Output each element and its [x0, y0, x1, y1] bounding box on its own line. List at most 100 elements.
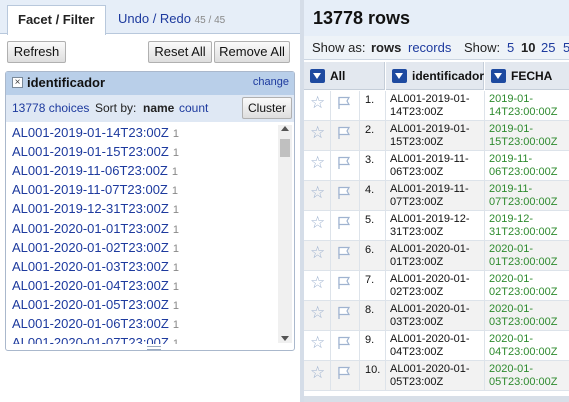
- facet-choice[interactable]: AL001-2019-11-07T23:00Z 1: [12, 182, 178, 201]
- flag-icon[interactable]: [337, 336, 351, 350]
- row-number: 5.: [365, 214, 375, 226]
- sort-by-count[interactable]: count: [179, 101, 208, 115]
- cell-identificador[interactable]: AL001-2020-01-04T23:00Z: [390, 333, 482, 359]
- flag-icon[interactable]: [337, 216, 351, 230]
- horizontal-scrollbar[interactable]: [304, 396, 569, 402]
- remove-all-button[interactable]: Remove All: [214, 41, 290, 63]
- scroll-down-icon[interactable]: [281, 336, 289, 341]
- flag-icon[interactable]: [337, 186, 351, 200]
- facet-choice[interactable]: AL001-2020-01-05T23:00Z 1: [12, 297, 179, 316]
- page-size-50[interactable]: 5: [563, 40, 569, 55]
- cell-divider: [385, 331, 386, 361]
- cell-identificador[interactable]: AL001-2019-01-14T23:00Z: [390, 93, 482, 119]
- facet-choice-count: 1: [172, 223, 179, 236]
- cell-identificador[interactable]: AL001-2019-11-06T23:00Z: [390, 153, 482, 179]
- cell-fecha[interactable]: 2020-01- 04T23:00:00Z: [489, 333, 569, 359]
- scroll-thumb[interactable]: [280, 139, 290, 157]
- star-icon[interactable]: ☆: [310, 304, 325, 322]
- cell-identificador[interactable]: AL001-2020-01-05T23:00Z: [390, 363, 482, 389]
- cell-fecha[interactable]: 2020-01- 05T23:00:00Z: [489, 363, 569, 389]
- chevron-down-icon[interactable]: [310, 69, 325, 83]
- cell-divider: [330, 301, 331, 331]
- choices-count-link[interactable]: 13778 choices: [12, 101, 89, 115]
- star-icon[interactable]: ☆: [310, 94, 325, 112]
- cell-fecha[interactable]: 2019-11- 07T23:00:00Z: [489, 183, 569, 209]
- star-icon[interactable]: ☆: [310, 364, 325, 382]
- page-size-5[interactable]: 5: [507, 40, 514, 55]
- facet-choice[interactable]: AL001-2019-01-15T23:00Z 1: [12, 144, 179, 163]
- close-icon[interactable]: ×: [12, 77, 23, 88]
- tab-undo-redo[interactable]: Undo / Redo 45 / 45: [108, 5, 235, 35]
- cluster-button[interactable]: Cluster: [242, 97, 292, 119]
- star-icon[interactable]: ☆: [310, 334, 325, 352]
- column-header-fecha[interactable]: FECHA: [485, 62, 569, 90]
- cell-divider: [484, 301, 485, 331]
- star-icon[interactable]: ☆: [310, 214, 325, 232]
- star-icon[interactable]: ☆: [310, 274, 325, 292]
- flag-icon[interactable]: [337, 246, 351, 260]
- row-number: 3.: [365, 154, 375, 166]
- facet-choice[interactable]: AL001-2019-12-31T23:00Z 1: [12, 201, 179, 220]
- table-row: ☆ 2. AL001-2019-01-15T23:00Z 2019-01- 15T23…: [304, 121, 569, 151]
- page-size-25[interactable]: 25: [541, 40, 555, 55]
- column-header-all[interactable]: All: [304, 62, 385, 90]
- cell-fecha[interactable]: 2019-11- 06T23:00:00Z: [489, 153, 569, 179]
- show-as-rows[interactable]: rows: [371, 40, 401, 55]
- show-as-records[interactable]: records: [408, 40, 451, 55]
- facet-choice[interactable]: AL001-2020-01-01T23:00Z 1: [12, 221, 179, 240]
- facet-change-link[interactable]: change: [253, 76, 289, 88]
- cell-fecha[interactable]: 2020-01- 01T23:00:00Z: [489, 243, 569, 269]
- scroll-up-icon[interactable]: [281, 126, 289, 131]
- cell-identificador[interactable]: AL001-2020-01-01T23:00Z: [390, 243, 482, 269]
- cell-identificador[interactable]: AL001-2019-11-07T23:00Z: [390, 183, 482, 209]
- table-row: ☆ 1. AL001-2019-01-14T23:00Z 2019-01- 14T23…: [304, 91, 569, 121]
- flag-icon[interactable]: [337, 126, 351, 140]
- cell-identificador[interactable]: AL001-2020-01-02T23:00Z: [390, 273, 482, 299]
- facet-choice[interactable]: AL001-2019-01-14T23:00Z 1: [12, 125, 179, 144]
- row-number: 4.: [365, 184, 375, 196]
- cell-fecha[interactable]: 2019-01- 14T23:00:00Z: [489, 93, 569, 119]
- chevron-down-icon[interactable]: [491, 69, 506, 83]
- facet-resize-grip[interactable]: [147, 346, 161, 350]
- facet-choice[interactable]: AL001-2020-01-04T23:00Z 1: [12, 278, 179, 297]
- flag-icon[interactable]: [337, 96, 351, 110]
- row-number: 1.: [365, 94, 375, 106]
- refresh-button[interactable]: Refresh: [7, 41, 66, 63]
- cell-fecha[interactable]: 2019-12- 31T23:00:00Z: [489, 213, 569, 239]
- flag-icon[interactable]: [337, 276, 351, 290]
- star-icon[interactable]: ☆: [310, 154, 325, 172]
- facet-scrollbar[interactable]: [278, 125, 292, 343]
- facet-choice[interactable]: AL001-2020-01-07T23:00Z 1: [12, 335, 179, 344]
- facet-choice-label: AL001-2019-01-14T23:00Z: [12, 125, 169, 140]
- reset-all-button[interactable]: Reset All: [148, 41, 212, 63]
- cell-identificador[interactable]: AL001-2019-12-31T23:00Z: [390, 213, 482, 239]
- star-icon[interactable]: ☆: [310, 244, 325, 262]
- facet-choice[interactable]: AL001-2020-01-02T23:00Z 1: [12, 240, 179, 259]
- sort-by-label: Sort by:: [95, 101, 137, 115]
- cell-fecha[interactable]: 2019-01- 15T23:00:00Z: [489, 123, 569, 149]
- cell-divider: [359, 271, 360, 301]
- cell-divider: [484, 151, 485, 181]
- cell-divider: [359, 241, 360, 271]
- facet-choice-label: AL001-2019-11-07T23:00Z: [12, 182, 168, 198]
- flag-icon[interactable]: [337, 306, 351, 320]
- cell-divider: [330, 151, 331, 181]
- cell-identificador[interactable]: AL001-2020-01-03T23:00Z: [390, 303, 482, 329]
- cell-divider: [330, 241, 331, 271]
- cell-fecha[interactable]: 2020-01- 02T23:00:00Z: [489, 273, 569, 299]
- cell-fecha[interactable]: 2020-01- 03T23:00:00Z: [489, 303, 569, 329]
- facet-choice[interactable]: AL001-2020-01-03T23:00Z 1: [12, 259, 179, 278]
- tab-facet-filter[interactable]: Facet / Filter: [7, 5, 106, 35]
- cell-identificador[interactable]: AL001-2019-01-15T23:00Z: [390, 123, 482, 149]
- column-header-identificador[interactable]: identificador: [386, 62, 484, 90]
- flag-icon[interactable]: [337, 156, 351, 170]
- facet-choice[interactable]: AL001-2020-01-06T23:00Z 1: [12, 316, 179, 335]
- flag-icon[interactable]: [337, 366, 351, 380]
- table-row: ☆ 7. AL001-2020-01-02T23:00Z 2020-01- 02T23…: [304, 271, 569, 301]
- star-icon[interactable]: ☆: [310, 184, 325, 202]
- star-icon[interactable]: ☆: [310, 124, 325, 142]
- facet-choice[interactable]: AL001-2019-11-06T23:00Z 1: [12, 163, 178, 182]
- sort-by-name[interactable]: name: [143, 101, 174, 115]
- page-size-10[interactable]: 10: [521, 40, 535, 55]
- chevron-down-icon[interactable]: [392, 69, 407, 83]
